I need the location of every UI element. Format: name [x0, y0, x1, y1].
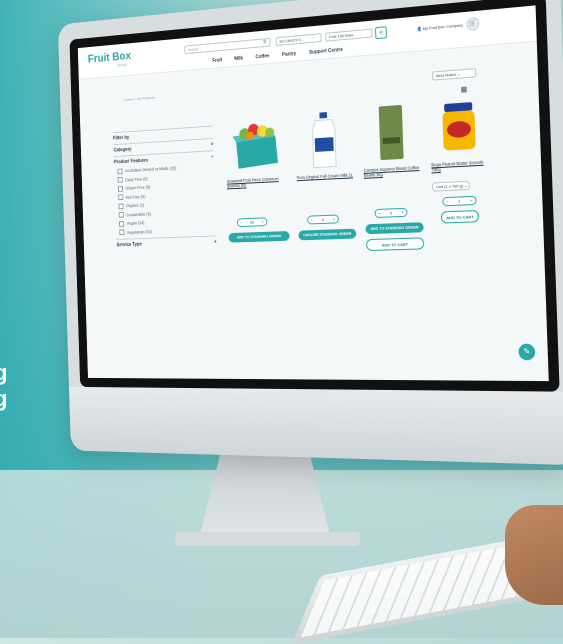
monitor-foot: [175, 532, 360, 546]
quantity-value: 0: [321, 217, 325, 222]
sort-select[interactable]: Best Match ⌄: [432, 68, 477, 81]
nav-pantry[interactable]: Pantry: [282, 51, 296, 58]
nav-milk[interactable]: Milk: [234, 56, 243, 62]
service-type-label: Service Type: [116, 241, 142, 248]
peanut-butter-image[interactable]: [429, 94, 489, 158]
chat-icon[interactable]: ✎: [518, 343, 536, 361]
promo-line-2: g: [0, 386, 8, 411]
product-title[interactable]: Bega Peanut Butter Smooth 780g: [431, 159, 490, 178]
fruit-box-image[interactable]: [225, 114, 288, 175]
checkbox-icon[interactable]: [117, 168, 123, 174]
location-select[interactable]: Fruit 136 Wale...: [325, 28, 373, 42]
product-title[interactable]: Campos Superior Blend Coffee Beans 1kg: [364, 165, 422, 184]
add-to-standing-order-button[interactable]: ADD TO STANDING ORDER: [228, 230, 290, 243]
minus-icon[interactable]: −: [446, 199, 449, 204]
features-label: Product Features: [113, 157, 149, 166]
cart-icon[interactable]: 🛒: [466, 16, 480, 32]
product-title[interactable]: Pura Original Full Cream Milk 2L: [297, 172, 355, 190]
nav-fruit[interactable]: Fruit: [212, 57, 222, 64]
filter-label: Vegetarian (32): [126, 228, 152, 235]
plus-icon: +: [210, 141, 214, 148]
plus-icon[interactable]: +: [261, 219, 263, 224]
checkbox-icon[interactable]: [118, 203, 124, 209]
product-card: Seasonal Fruit Piece (minimum quantity 5…: [225, 114, 290, 243]
coffee-image[interactable]: [361, 101, 421, 164]
peanut-butter-jar-illustration: [442, 102, 476, 151]
quantity-stepper[interactable]: − 50 +: [236, 217, 268, 228]
minus-icon[interactable]: −: [378, 211, 380, 216]
search-icon[interactable]: ⚲: [263, 39, 266, 45]
unit-value: Unit (1 x 780 g): [435, 183, 464, 190]
checkbox-icon[interactable]: [118, 211, 124, 218]
breadcrumb[interactable]: Home > All Products: [124, 95, 154, 102]
service-type-toggle[interactable]: Service Type +: [116, 239, 216, 248]
quantity-stepper[interactable]: − 1 +: [442, 195, 477, 207]
minus-icon[interactable]: −: [240, 220, 242, 225]
add-button[interactable]: +: [375, 26, 387, 40]
plus-icon[interactable]: +: [401, 210, 403, 215]
filter-label: Australian Owned or Made (25): [124, 165, 177, 174]
filter-label: Organic (3): [125, 202, 145, 209]
minus-icon: −: [211, 153, 214, 160]
filter-checkbox[interactable]: Vegan (24): [119, 217, 216, 227]
monitor: Fruit Box Group Search ⚲ MC136423 S... F…: [57, 0, 563, 466]
account-name: My Fruit Box Company: [422, 22, 464, 31]
add-to-cart-button[interactable]: ADD TO CART: [365, 237, 425, 252]
sort-value: Best Match: [436, 71, 457, 79]
filter-sidebar: Filter by Category + Product Features − Au…: [112, 123, 217, 251]
choose-standing-order-button[interactable]: CHOOSE STANDING ORDER: [298, 228, 357, 241]
quantity-value: 1: [458, 198, 461, 204]
unit-select[interactable]: Unit (1 x 780 g) ⌄: [431, 180, 471, 192]
add-to-standing-order-button[interactable]: ADD TO STANDING ORDER: [365, 222, 424, 235]
filter-label: Dairy Free (6): [125, 176, 148, 182]
search-input[interactable]: Search: [184, 37, 271, 55]
plus-icon: +: [213, 238, 217, 245]
checkbox-icon[interactable]: [119, 229, 125, 236]
minus-icon[interactable]: −: [311, 217, 313, 222]
quantity-value: 50: [249, 219, 255, 225]
monitor-chin: [68, 386, 563, 466]
monitor-bezel: Fruit Box Group Search ⚲ MC136423 S... F…: [69, 0, 560, 392]
account-select[interactable]: MC136423 S...: [275, 33, 322, 47]
logo-tagline: Group: [117, 62, 127, 68]
hand: [505, 505, 563, 605]
checkbox-icon[interactable]: [118, 194, 124, 201]
promo-text-fragment: g g: [0, 360, 7, 412]
product-card: Campos Superior Blend Coffee Beans 1kg −…: [361, 101, 425, 252]
account-link[interactable]: 👤 My Fruit Box Company: [417, 22, 464, 31]
website-screen: Fruit Box Group Search ⚲ MC136423 S... F…: [77, 5, 549, 382]
grid-view-icon[interactable]: ▦: [460, 85, 467, 94]
category-label: Category: [113, 146, 132, 154]
checkbox-icon[interactable]: [117, 176, 123, 183]
nav-coffee[interactable]: Coffee: [255, 53, 269, 60]
milk-bottle-illustration: [309, 112, 339, 169]
product-title[interactable]: Seasonal Fruit Piece (minimum quantity 5…: [227, 176, 288, 194]
quantity-stepper[interactable]: − 0 +: [307, 214, 339, 225]
product-card: Pura Original Full Cream Milk 2L − 0 + CHO…: [295, 109, 357, 241]
milk-image[interactable]: [295, 109, 355, 171]
add-to-cart-button[interactable]: ADD TO CART: [440, 209, 480, 224]
filter-label: Sustainable (5): [126, 211, 151, 217]
product-card: Bega Peanut Butter Smooth 780g Unit (1 x…: [429, 94, 491, 224]
filter-title-text: Filter by: [113, 134, 130, 142]
plus-icon[interactable]: +: [333, 217, 335, 222]
fruit-box-illustration: [232, 123, 279, 169]
checkbox-icon[interactable]: [119, 220, 125, 227]
quantity-value: 0: [389, 210, 393, 216]
filter-checkbox[interactable]: Vegetarian (32): [119, 226, 216, 236]
promo-line-1: g: [0, 360, 8, 385]
filter-label: Nut Free (5): [125, 193, 146, 200]
filter-label: Gluten Free (5): [125, 184, 151, 191]
coffee-bag-illustration: [378, 104, 404, 161]
filter-label: Vegan (24): [126, 220, 145, 226]
quantity-stepper[interactable]: − 0 +: [374, 207, 408, 219]
checkbox-icon[interactable]: [117, 185, 124, 192]
nav-support-centre[interactable]: Support Centre: [309, 47, 343, 56]
filter-checkbox[interactable]: Sustainable (5): [118, 208, 216, 218]
plus-icon[interactable]: +: [470, 198, 473, 203]
filter-checkbox[interactable]: Organic (3): [118, 199, 215, 209]
